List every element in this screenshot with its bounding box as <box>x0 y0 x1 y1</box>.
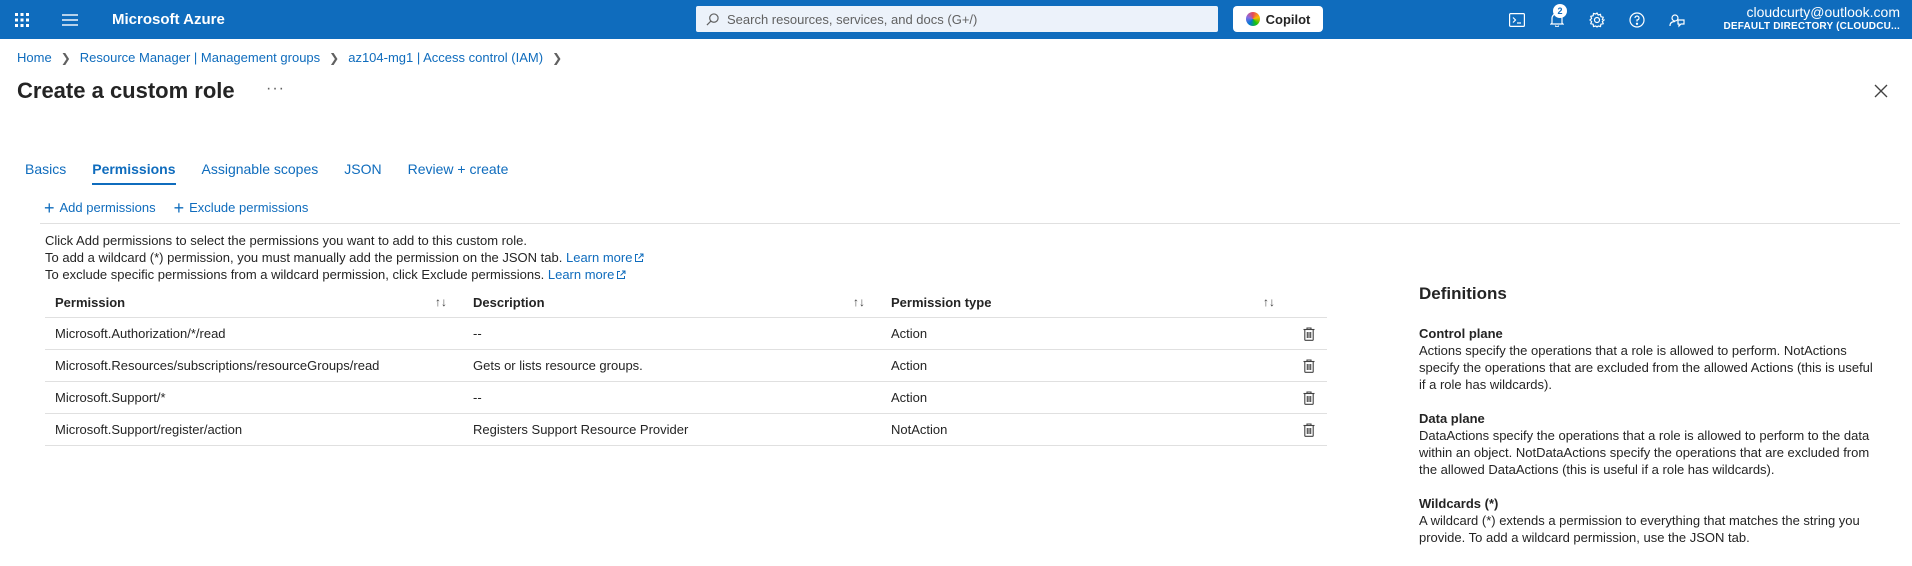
wizard-tabs: Basics Permissions Assignable scopes JSO… <box>25 161 534 185</box>
definition-heading: Wildcards (*) <box>1419 496 1499 511</box>
command-bar: + Add permissions + Exclude permissions <box>44 197 326 218</box>
tab-basics[interactable]: Basics <box>25 161 66 185</box>
definitions-panel: Definitions Control plane Actions specif… <box>1419 284 1879 564</box>
copilot-label: Copilot <box>1265 11 1311 27</box>
permissions-table: Permission ↑↓ Description ↑↓ Permission … <box>45 287 1327 446</box>
definition-text: DataActions specify the operations that … <box>1419 428 1870 477</box>
permission-type-cell: Action <box>891 326 928 341</box>
info-line-1: Click Add permissions to select the perm… <box>45 233 527 248</box>
search-placeholder: Search resources, services, and docs (G+… <box>727 11 978 27</box>
permission-cell: Microsoft.Support/register/action <box>55 422 243 437</box>
breadcrumb-home[interactable]: Home <box>17 50 52 65</box>
account-menu[interactable]: cloudcurty@outlook.com DEFAULT DIRECTORY… <box>1723 4 1900 34</box>
copilot-icon <box>1245 12 1260 26</box>
divider <box>40 223 1900 224</box>
description-cell: -- <box>473 326 482 341</box>
column-header-permission[interactable]: Permission ↑↓ <box>45 295 463 310</box>
feedback-icon[interactable] <box>1665 0 1689 39</box>
column-header-permission-type[interactable]: Permission type ↑↓ <box>881 295 1291 310</box>
exclude-permissions-button[interactable]: + Exclude permissions <box>173 197 309 218</box>
chevron-right-icon: ❯ <box>60 50 71 65</box>
external-link-icon <box>617 270 626 279</box>
info-line-3: To exclude specific permissions from a w… <box>45 266 644 283</box>
table-row: Microsoft.Support/register/action Regist… <box>45 414 1327 446</box>
definition-text: A wildcard (*) extends a permission to e… <box>1419 513 1860 545</box>
delete-icon[interactable] <box>1291 358 1327 373</box>
tab-review-create[interactable]: Review + create <box>408 161 509 185</box>
global-search-input[interactable]: Search resources, services, and docs (G+… <box>696 6 1218 32</box>
app-launcher-icon[interactable] <box>8 0 36 39</box>
search-icon <box>706 12 719 25</box>
tab-assignable-scopes[interactable]: Assignable scopes <box>202 161 319 185</box>
description-cell: -- <box>473 390 482 405</box>
help-question-icon[interactable] <box>1625 0 1649 39</box>
definition-heading: Data plane <box>1419 411 1485 426</box>
table-header: Permission ↑↓ Description ↑↓ Permission … <box>45 287 1327 318</box>
description-cell: Gets or lists resource groups. <box>473 358 643 373</box>
learn-more-link[interactable]: Learn more <box>548 267 626 282</box>
notification-count-badge: 2 <box>1553 4 1567 18</box>
permission-cell: Microsoft.Authorization/*/read <box>55 326 226 341</box>
cloud-shell-icon[interactable] <box>1505 0 1529 39</box>
tab-json[interactable]: JSON <box>344 161 381 185</box>
breadcrumb-management-groups[interactable]: Resource Manager | Management groups <box>80 50 320 65</box>
delete-icon[interactable] <box>1291 326 1327 341</box>
external-link-icon <box>635 253 644 262</box>
permission-cell: Microsoft.Resources/subscriptions/resour… <box>55 358 380 373</box>
portal-menu-icon[interactable] <box>56 0 84 39</box>
settings-gear-icon[interactable] <box>1585 0 1609 39</box>
more-options-icon[interactable]: ··· <box>266 80 285 98</box>
exclude-permissions-label: Exclude permissions <box>189 200 309 215</box>
copilot-button[interactable]: Copilot <box>1233 6 1323 32</box>
table-row: Microsoft.Resources/subscriptions/resour… <box>45 350 1327 382</box>
account-email: cloudcurty@outlook.com <box>1746 4 1900 20</box>
column-header-description[interactable]: Description ↑↓ <box>463 295 881 310</box>
permission-type-cell: Action <box>891 358 928 373</box>
sort-icon[interactable]: ↑↓ <box>853 295 865 309</box>
table-row: Microsoft.Support/* -- Action <box>45 382 1327 414</box>
delete-icon[interactable] <box>1291 422 1327 437</box>
tab-permissions[interactable]: Permissions <box>92 161 176 185</box>
add-permissions-button[interactable]: + Add permissions <box>44 197 156 218</box>
info-line-2: To add a wildcard (*) permission, you mu… <box>45 249 644 266</box>
permission-type-cell: NotAction <box>891 422 948 437</box>
delete-icon[interactable] <box>1291 390 1327 405</box>
table-row: Microsoft.Authorization/*/read -- Action <box>45 318 1327 350</box>
top-bar: Microsoft Azure Search resources, servic… <box>0 0 1912 39</box>
breadcrumb: Home ❯ Resource Manager | Management gro… <box>17 50 571 65</box>
plus-icon: + <box>44 197 55 218</box>
definition-text: Actions specify the operations that a ro… <box>1419 343 1873 392</box>
sort-icon[interactable]: ↑↓ <box>1263 295 1275 309</box>
info-text: Click Add permissions to select the perm… <box>45 232 644 283</box>
account-directory: DEFAULT DIRECTORY (CLOUDCU... <box>1723 21 1900 32</box>
sort-icon[interactable]: ↑↓ <box>435 295 447 309</box>
chevron-right-icon: ❯ <box>329 50 340 65</box>
description-cell: Registers Support Resource Provider <box>473 422 689 437</box>
definitions-title: Definitions <box>1419 284 1507 303</box>
plus-icon: + <box>173 197 185 218</box>
page-title: Create a custom role <box>17 78 235 103</box>
breadcrumb-access-control[interactable]: az104-mg1 | Access control (IAM) <box>348 50 543 65</box>
brand-title[interactable]: Microsoft Azure <box>112 0 225 39</box>
learn-more-link[interactable]: Learn more <box>566 250 644 265</box>
permission-cell: Microsoft.Support/* <box>55 390 166 405</box>
chevron-right-icon: ❯ <box>552 50 563 65</box>
permission-type-cell: Action <box>891 390 928 405</box>
definition-heading: Control plane <box>1419 326 1503 341</box>
close-icon[interactable] <box>1874 84 1888 101</box>
add-permissions-label: Add permissions <box>59 200 156 215</box>
